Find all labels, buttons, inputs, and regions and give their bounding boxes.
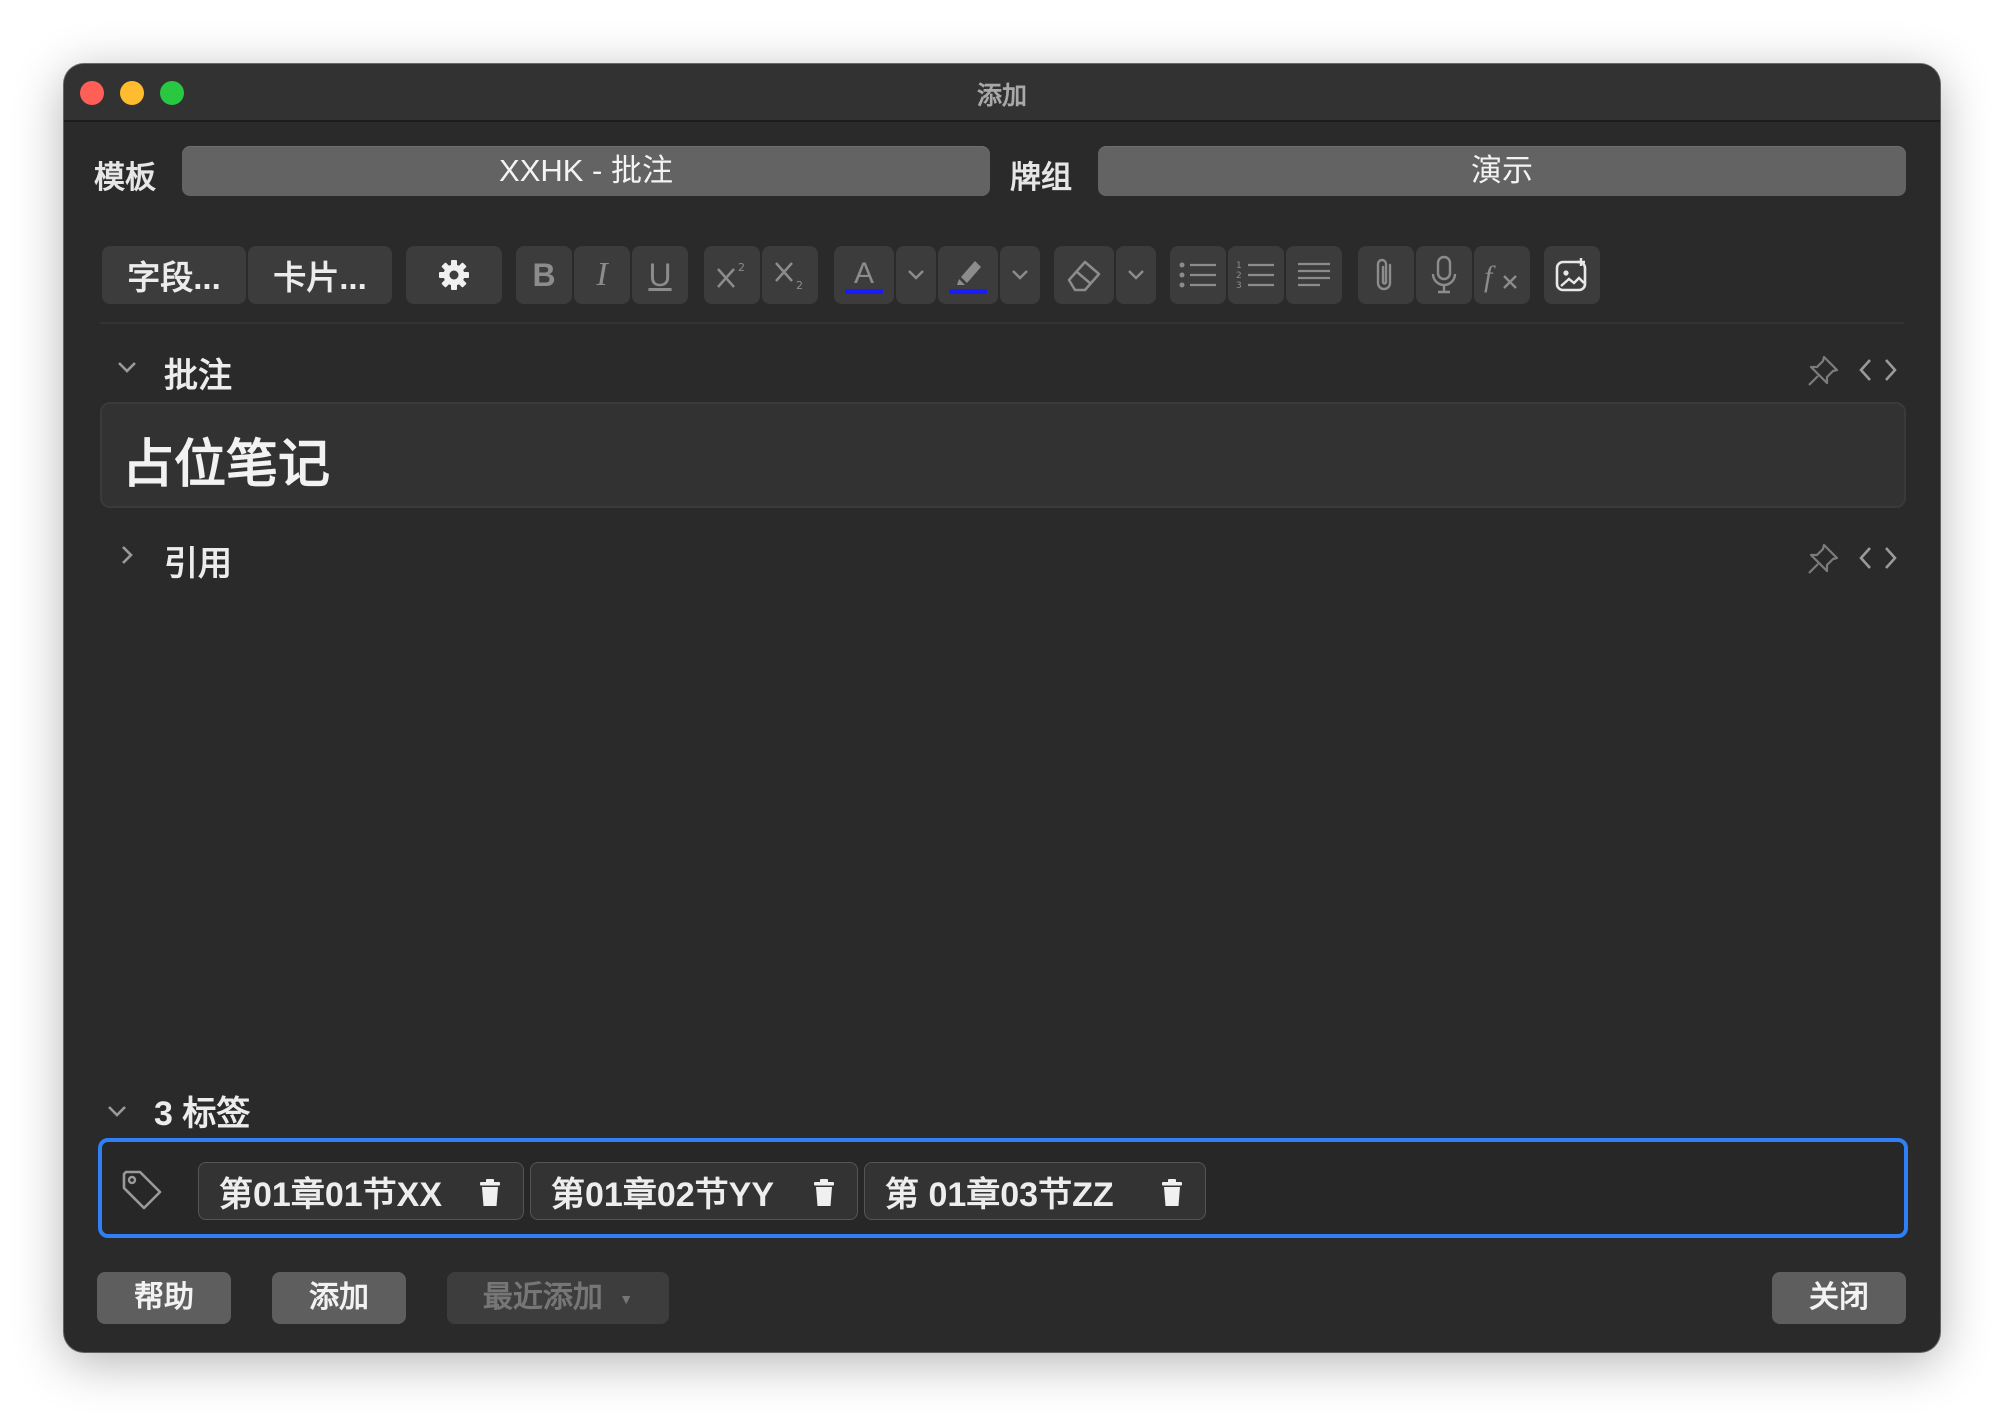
history-button[interactable]: 最近添加 ▼: [447, 1272, 669, 1324]
align-button[interactable]: [1286, 246, 1342, 304]
field-label: 引用: [164, 545, 232, 583]
svg-text:2: 2: [738, 261, 745, 274]
tag-editor[interactable]: 第01章01节XX 第01章02节YY 第 01章03节ZZ: [98, 1138, 1908, 1238]
text-color-dropdown[interactable]: [896, 246, 936, 304]
deck-selector[interactable]: 演示: [1098, 146, 1906, 196]
cards-button[interactable]: 卡片...: [248, 246, 392, 304]
ordered-list-icon: 123: [1236, 259, 1276, 291]
code-icon: [1858, 547, 1898, 576]
superscript-icon: 2: [714, 259, 750, 291]
tag-item[interactable]: 第 01章03节ZZ: [864, 1162, 1206, 1220]
pin-field-button[interactable]: [1806, 354, 1840, 393]
text-color-letter: A: [854, 257, 874, 290]
align-icon: [1294, 259, 1334, 291]
fields-button[interactable]: 字段...: [102, 246, 246, 304]
add-note-window: 添加 模板 XXHK - 批注 牌组 演示 字段... 卡片... B I U …: [64, 64, 1940, 1352]
delete-tag-button[interactable]: [1161, 1177, 1183, 1216]
underline-icon: U: [648, 256, 672, 293]
chevron-down-icon: [907, 269, 925, 281]
chevron-down-icon: [106, 1105, 128, 1122]
title-bar: 添加: [64, 64, 1940, 122]
chevron-right-icon: [120, 546, 134, 570]
superscript-button[interactable]: 2: [704, 246, 760, 304]
unordered-list-button[interactable]: [1170, 246, 1226, 304]
eraser-dropdown[interactable]: [1116, 246, 1156, 304]
svg-text:1: 1: [1236, 261, 1242, 271]
text-color-button[interactable]: A: [834, 246, 894, 304]
toolbar-divider: [100, 322, 1904, 324]
function-icon: f: [1482, 256, 1522, 294]
html-editor-toggle[interactable]: [1858, 544, 1898, 577]
history-label: 最近添加: [482, 1281, 603, 1314]
svg-text:2: 2: [796, 279, 803, 291]
window-title: 添加: [976, 82, 1027, 110]
tag-item[interactable]: 第01章02节YY: [530, 1162, 858, 1220]
close-button[interactable]: 关闭: [1772, 1272, 1906, 1324]
add-button[interactable]: 添加: [272, 1272, 406, 1324]
attach-button[interactable]: [1358, 246, 1414, 304]
delete-tag-button[interactable]: [813, 1177, 835, 1216]
record-audio-button[interactable]: [1416, 246, 1472, 304]
field-editor[interactable]: 占位笔记: [100, 402, 1906, 508]
math-button[interactable]: f: [1474, 246, 1530, 304]
svg-text:3: 3: [1236, 281, 1242, 291]
delete-tag-button[interactable]: [479, 1177, 501, 1216]
bold-icon: B: [532, 256, 556, 293]
trash-icon: [813, 1177, 835, 1215]
italic-icon: I: [596, 256, 608, 293]
pin-icon: [1806, 543, 1840, 580]
trash-icon: [479, 1177, 501, 1215]
text-color-icon: A: [843, 253, 885, 297]
underline-button[interactable]: U: [632, 246, 688, 304]
options-button[interactable]: [406, 246, 502, 304]
pin-field-button[interactable]: [1806, 542, 1840, 581]
unordered-list-icon: [1178, 259, 1218, 291]
notetype-label: 模板: [94, 160, 156, 195]
image-occlusion-icon: [1553, 256, 1591, 294]
html-editor-toggle[interactable]: [1858, 356, 1898, 389]
paperclip-icon: [1372, 255, 1400, 295]
eraser-icon: [1063, 256, 1105, 294]
tags-header: 3 标签: [154, 1095, 251, 1133]
subscript-button[interactable]: 2: [762, 246, 818, 304]
italic-button[interactable]: I: [574, 246, 630, 304]
tag-item[interactable]: 第01章01节XX: [198, 1162, 524, 1220]
field-label: 批注: [164, 357, 232, 395]
tag-icon: [120, 1168, 164, 1217]
microphone-icon: [1429, 254, 1459, 296]
code-icon: [1858, 359, 1898, 388]
image-occlusion-button[interactable]: [1544, 246, 1600, 304]
trash-icon: [1161, 1177, 1183, 1215]
deck-label: 牌组: [1010, 160, 1072, 195]
bold-button[interactable]: B: [516, 246, 572, 304]
chevron-down-icon: [116, 361, 138, 378]
highlight-dropdown[interactable]: [1000, 246, 1040, 304]
eraser-button[interactable]: [1054, 246, 1114, 304]
ordered-list-button[interactable]: 123: [1228, 246, 1284, 304]
chevron-down-icon: [1011, 269, 1029, 281]
chevron-down-icon: [1127, 269, 1145, 281]
subscript-icon: 2: [772, 259, 808, 291]
tag-label: 第01章01节XX: [219, 1175, 442, 1214]
svg-text:2: 2: [1236, 271, 1242, 281]
field-expand-toggle[interactable]: [120, 544, 134, 571]
field-content: 占位笔记: [122, 436, 331, 494]
dropdown-arrow-icon: ▼: [619, 1291, 634, 1308]
svg-text:f: f: [1484, 260, 1496, 293]
field-collapse-toggle[interactable]: [116, 360, 138, 379]
gear-icon: [436, 257, 472, 293]
tag-label: 第 01章03节ZZ: [885, 1175, 1114, 1214]
notetype-selector[interactable]: XXHK - 批注: [182, 146, 990, 196]
highlight-icon: [947, 253, 989, 297]
tag-label: 第01章02节YY: [551, 1175, 774, 1214]
tags-collapse-toggle[interactable]: [106, 1104, 128, 1123]
pin-icon: [1806, 355, 1840, 392]
highlight-button[interactable]: [938, 246, 998, 304]
help-button[interactable]: 帮助: [97, 1272, 231, 1324]
